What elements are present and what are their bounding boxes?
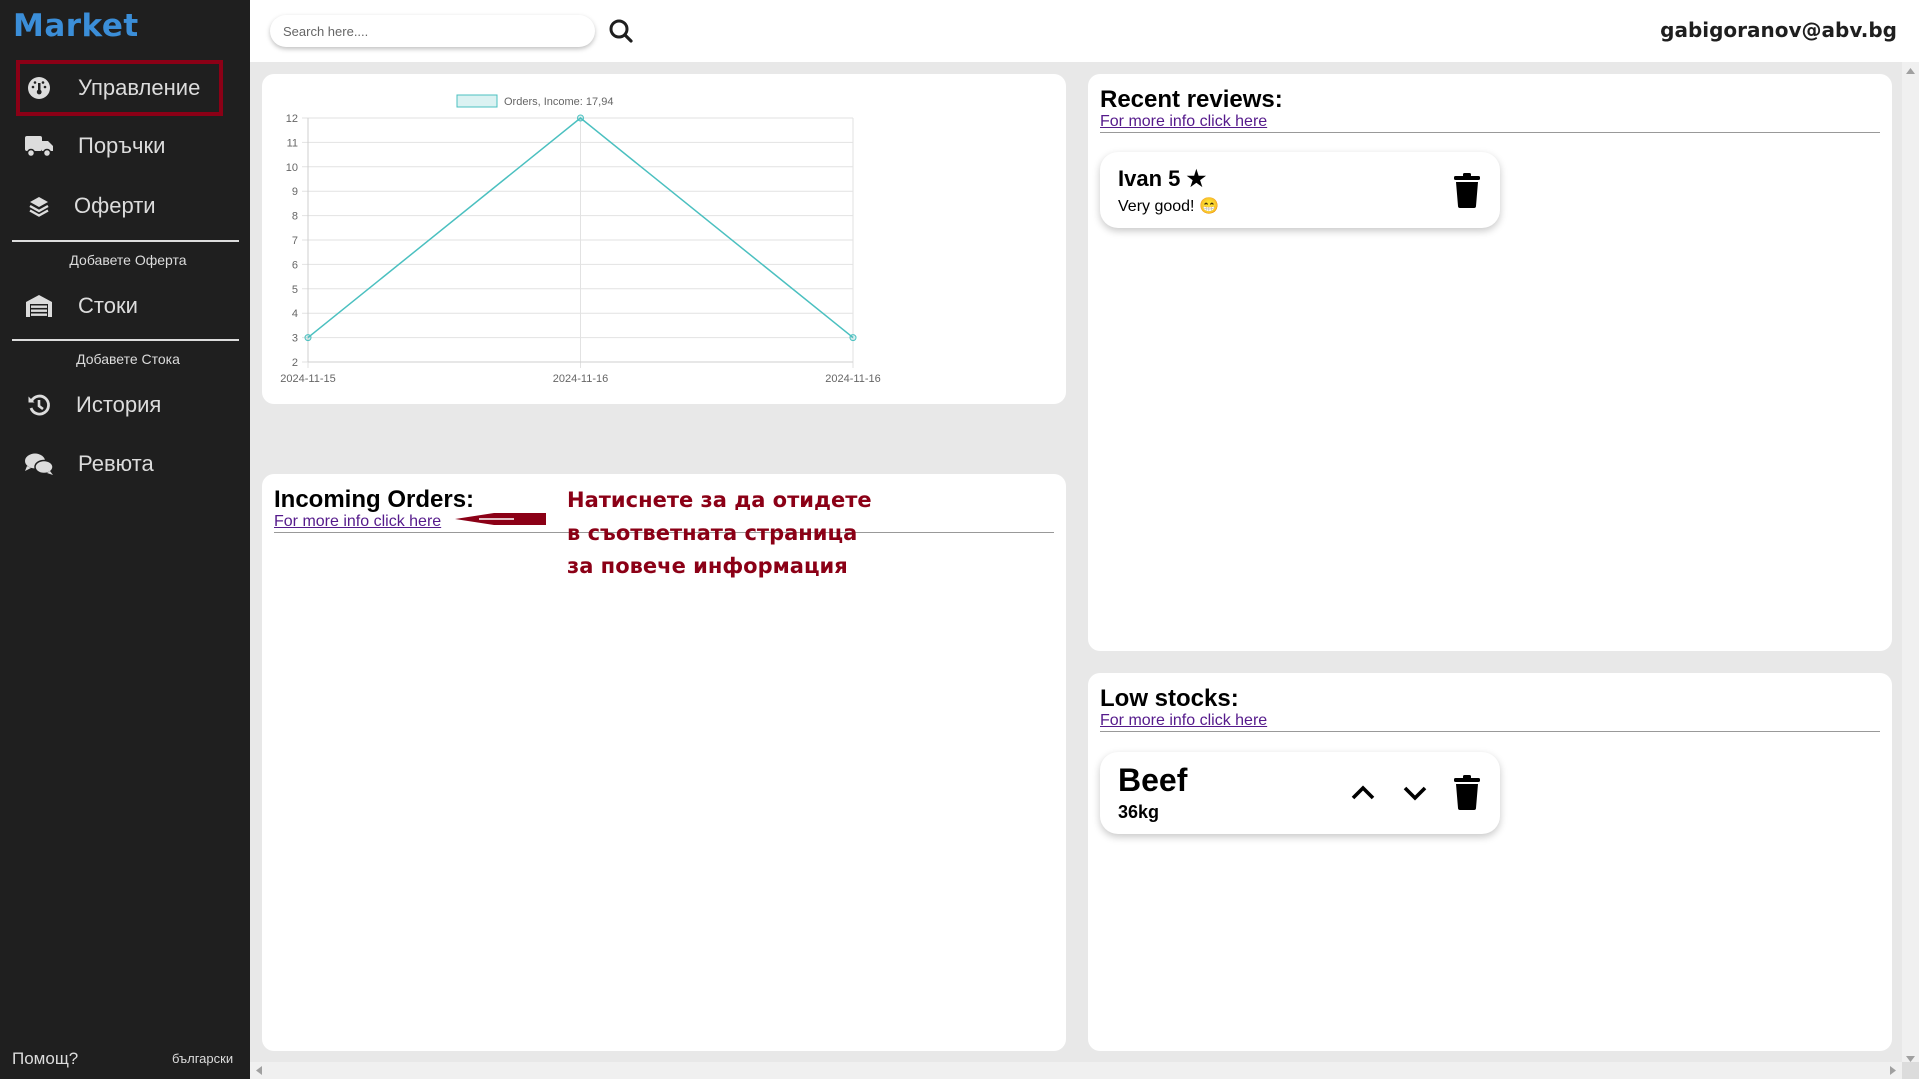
sidebar-item-label: История	[76, 392, 162, 417]
language-selector[interactable]: български	[172, 1051, 233, 1066]
data-point	[304, 334, 312, 342]
section-divider	[1100, 132, 1880, 133]
sidebar-item-orders[interactable]: Поръчки	[16, 120, 223, 172]
x-tick-label: 2024-11-16	[553, 373, 608, 385]
sidebar-item-history[interactable]: История	[16, 379, 223, 431]
sidebar-item-stocks[interactable]: Стоки	[16, 280, 223, 332]
orders-chart-panel: 2 3 4 5 6 7 8 9 10 11 12 2024-11-15 2024-11-16 2024-1…	[262, 74, 1066, 404]
y-tick-label: 8	[292, 211, 298, 223]
x-tick-label: 2024-11-15	[280, 373, 335, 385]
sidebar-item-label: Ревюта	[78, 451, 154, 476]
orders-line-chart: 2 3 4 5 6 7 8 9 10 11 12 2024-11-15 2024-11-16 2024-1…	[280, 94, 881, 385]
horizontal-scrollbar[interactable]	[250, 1062, 1902, 1079]
section-divider	[1100, 731, 1880, 732]
warehouse-icon	[22, 292, 56, 320]
sidebar-item-offers[interactable]: Оферти	[16, 180, 223, 232]
review-text: Very good! 😁	[1118, 198, 1219, 215]
delete-stock-button[interactable]	[1452, 774, 1482, 810]
chevron-up-icon	[1351, 785, 1375, 800]
y-tick-label: 4	[292, 308, 298, 320]
y-tick-label: 6	[292, 259, 298, 271]
delete-review-button[interactable]	[1452, 172, 1482, 208]
search-icon	[609, 19, 633, 43]
y-tick-label: 3	[292, 333, 298, 345]
search-input[interactable]	[270, 15, 595, 47]
legend-swatch	[456, 94, 498, 108]
sidebar-divider	[12, 339, 239, 341]
low-stocks-panel: Low stocks: For more info click here Bee…	[1088, 673, 1892, 1051]
low-stocks-more-link[interactable]: For more info click here	[1100, 712, 1267, 730]
scrollbar-corner	[1902, 1062, 1919, 1079]
comments-icon	[22, 450, 56, 478]
dashboard-gauge-icon	[22, 74, 56, 102]
sidebar: Market Управление Поръчки Оферти Добавет…	[0, 0, 250, 1079]
sidebar-item-reviews[interactable]: Ревюта	[16, 438, 223, 490]
data-point	[577, 114, 584, 122]
sidebar-item-label: Оферти	[74, 193, 156, 218]
x-tick-label: 2024-11-16	[825, 373, 880, 385]
y-tick-label: 10	[286, 162, 298, 174]
sidebar-sub-add-offer[interactable]: Добавете Оферта	[0, 252, 256, 268]
review-author-rating: Ivan 5 ★	[1118, 166, 1207, 191]
y-tick-label: 5	[292, 284, 298, 296]
y-tick-label: 7	[292, 235, 298, 247]
top-header: gabigoranov@abv.bg	[250, 0, 1919, 62]
scroll-up-arrow-icon	[1906, 68, 1915, 74]
review-card: Ivan 5 ★ Very good! 😁	[1100, 152, 1500, 228]
sidebar-item-label: Поръчки	[78, 133, 166, 158]
search-button[interactable]	[606, 16, 636, 46]
stock-card: Beef 36kg	[1100, 752, 1500, 834]
increase-stock-button[interactable]	[1348, 778, 1378, 808]
sidebar-item-dashboard[interactable]: Управление	[16, 60, 223, 116]
sidebar-item-label: Управление	[78, 75, 201, 100]
scroll-right-arrow-icon	[1890, 1066, 1896, 1075]
data-point	[849, 334, 857, 342]
help-link[interactable]: Помощ?	[12, 1049, 78, 1069]
tutorial-annotation: Натиснете за да отидете в съответната ст…	[567, 484, 872, 583]
incoming-orders-title: Incoming Orders:	[274, 486, 475, 513]
stock-name: Beef	[1118, 762, 1188, 798]
sidebar-sub-add-stock[interactable]: Добавете Стока	[0, 351, 256, 367]
y-tick-label: 9	[292, 186, 298, 198]
trash-icon	[1454, 775, 1480, 810]
y-tick-label: 12	[286, 113, 298, 125]
chevron-down-icon	[1403, 786, 1427, 801]
low-stocks-title: Low stocks:	[1100, 685, 1239, 712]
decrease-stock-button[interactable]	[1400, 778, 1430, 808]
incoming-orders-more-link[interactable]: For more info click here	[274, 513, 441, 531]
vertical-scrollbar[interactable]	[1902, 62, 1919, 1068]
annotation-line: за повече информация	[567, 554, 848, 578]
trash-icon	[1454, 173, 1480, 208]
reviews-title: Recent reviews:	[1100, 86, 1283, 113]
recent-reviews-panel: Recent reviews: For more info click here…	[1088, 74, 1892, 651]
annotation-line: Натиснете за да отидете	[567, 488, 872, 512]
reviews-more-link[interactable]: For more info click here	[1100, 113, 1267, 131]
scroll-left-arrow-icon	[256, 1066, 262, 1075]
sidebar-item-label: Стоки	[78, 293, 138, 318]
legend-label: Orders, Income: 17,94	[504, 96, 613, 108]
user-email[interactable]: gabigoranov@abv.bg	[1660, 18, 1897, 42]
layers-icon	[22, 192, 56, 220]
annotation-line: в съответната страница	[567, 521, 858, 545]
history-icon	[22, 391, 56, 419]
sidebar-divider	[12, 240, 239, 242]
y-tick-label: 2	[292, 357, 298, 369]
annotation-arrow-icon	[455, 513, 546, 525]
stock-quantity: 36kg	[1118, 802, 1160, 822]
truck-icon	[22, 132, 56, 160]
app-logo[interactable]: Market	[13, 8, 139, 44]
y-tick-label: 11	[287, 137, 298, 149]
